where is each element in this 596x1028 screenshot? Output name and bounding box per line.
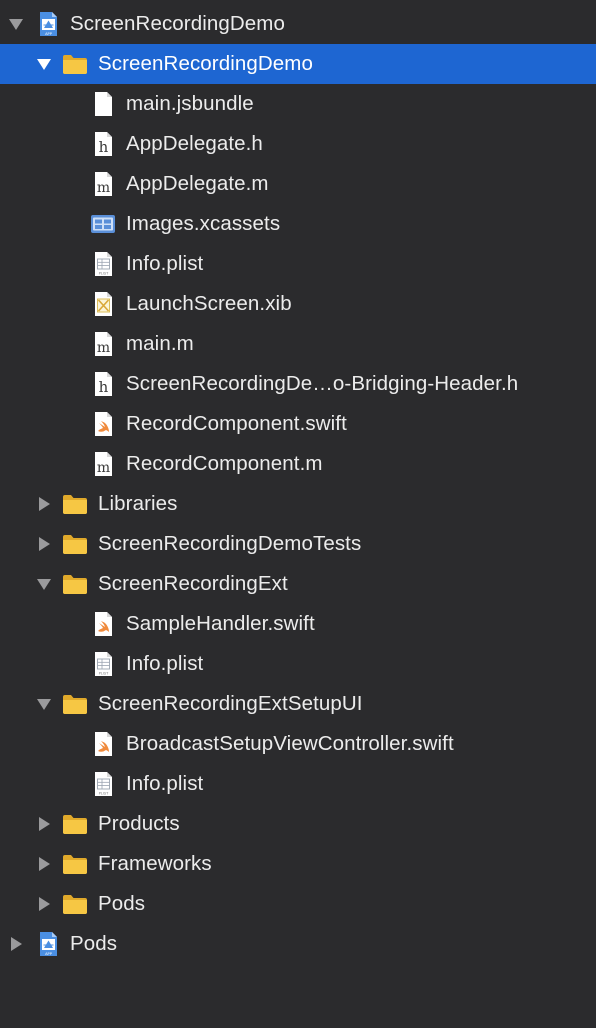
svg-text:h: h — [99, 378, 109, 396]
group-products[interactable]: Products — [0, 804, 596, 844]
row-label: ScreenRecordingDemo — [70, 12, 285, 35]
xib-file-icon — [89, 290, 117, 318]
row-label: Libraries — [98, 492, 178, 515]
row-label: ScreenRecordingDe…o-Bridging-Header.h — [126, 372, 519, 395]
svg-text:m: m — [97, 180, 110, 196]
file-appdelegate-m[interactable]: m AppDelegate.m — [0, 164, 596, 204]
row-label: ScreenRecordingDemo — [98, 52, 313, 75]
file-broadcastsetupviewcontroller-swift[interactable]: BroadcastSetupViewController.swift — [0, 724, 596, 764]
disclosure-collapsed-icon[interactable] — [36, 856, 52, 872]
folder-icon — [61, 850, 89, 878]
disclosure-collapsed-icon[interactable] — [36, 536, 52, 552]
file-samplehandler-swift[interactable]: SampleHandler.swift — [0, 604, 596, 644]
disclosure-expanded-icon[interactable] — [36, 576, 52, 592]
svg-text:m: m — [97, 340, 110, 356]
folder-icon — [61, 890, 89, 918]
folder-icon — [61, 690, 89, 718]
disclosure-collapsed-icon[interactable] — [8, 936, 24, 952]
row-label: Pods — [98, 892, 146, 915]
row-label: Info.plist — [126, 772, 204, 795]
svg-text:h: h — [99, 138, 109, 156]
file-main-jsbundle[interactable]: main.jsbundle — [0, 84, 596, 124]
disclosure-collapsed-icon[interactable] — [36, 896, 52, 912]
objc-file-icon: m — [89, 450, 117, 478]
file-bridging-header-h[interactable]: h ScreenRecordingDe…o-Bridging-Header.h — [0, 364, 596, 404]
plist-file-icon: PLIST — [89, 650, 117, 678]
disclosure-collapsed-icon[interactable] — [36, 496, 52, 512]
folder-icon — [61, 530, 89, 558]
plist-file-icon: PLIST — [89, 250, 117, 278]
group-frameworks[interactable]: Frameworks — [0, 844, 596, 884]
file-recordcomponent-swift[interactable]: RecordComponent.swift — [0, 404, 596, 444]
asset-catalog-icon — [89, 210, 117, 238]
svg-text:PLIST: PLIST — [99, 272, 110, 276]
row-label: Info.plist — [126, 252, 204, 275]
objc-file-icon: m — [89, 170, 117, 198]
document-icon — [89, 90, 117, 118]
file-appdelegate-h[interactable]: h AppDelegate.h — [0, 124, 596, 164]
objc-file-icon: m — [89, 330, 117, 358]
swift-file-icon — [89, 730, 117, 758]
folder-icon — [61, 50, 89, 78]
row-label: ScreenRecordingDemoTests — [98, 532, 362, 555]
row-label: AppDelegate.h — [126, 132, 263, 155]
file-launchscreen-xib[interactable]: LaunchScreen.xib — [0, 284, 596, 324]
group-libraries[interactable]: Libraries — [0, 484, 596, 524]
group-screenrecordingdemotests[interactable]: ScreenRecordingDemoTests — [0, 524, 596, 564]
group-screenrecordingextsetupui[interactable]: ScreenRecordingExtSetupUI — [0, 684, 596, 724]
svg-text:PLIST: PLIST — [99, 792, 110, 796]
row-label: BroadcastSetupViewController.swift — [126, 732, 454, 755]
group-pods[interactable]: Pods — [0, 884, 596, 924]
row-label: LaunchScreen.xib — [126, 292, 292, 315]
disclosure-expanded-icon[interactable] — [36, 56, 52, 72]
group-screenrecordingext[interactable]: ScreenRecordingExt — [0, 564, 596, 604]
svg-text:m: m — [97, 460, 110, 476]
swift-file-icon — [89, 410, 117, 438]
project-navigator: APP ScreenRecordingDemo ScreenRecordingDem… — [0, 4, 596, 964]
row-label: Info.plist — [126, 652, 204, 675]
row-label: Frameworks — [98, 852, 212, 875]
row-label: ScreenRecordingExt — [98, 572, 288, 595]
project-pods[interactable]: APP Pods — [0, 924, 596, 964]
project-screenrecordingdemo[interactable]: APP ScreenRecordingDemo — [0, 4, 596, 44]
xcode-project-icon: APP — [35, 930, 63, 958]
row-label: main.jsbundle — [126, 92, 254, 115]
folder-icon — [61, 570, 89, 598]
file-info-plist-2[interactable]: PLIST Info.plist — [0, 644, 596, 684]
row-label: SampleHandler.swift — [126, 612, 315, 635]
row-label: Products — [98, 812, 180, 835]
svg-text:APP: APP — [45, 952, 53, 956]
row-label: AppDelegate.m — [126, 172, 269, 195]
file-info-plist-3[interactable]: PLIST Info.plist — [0, 764, 596, 804]
group-screenrecordingdemo[interactable]: ScreenRecordingDemo — [0, 44, 596, 84]
row-label: Pods — [70, 932, 118, 955]
row-label: main.m — [126, 332, 194, 355]
file-info-plist-1[interactable]: PLIST Info.plist — [0, 244, 596, 284]
svg-text:APP: APP — [45, 32, 53, 36]
folder-icon — [61, 490, 89, 518]
header-file-icon: h — [89, 130, 117, 158]
folder-icon — [61, 810, 89, 838]
file-recordcomponent-m[interactable]: m RecordComponent.m — [0, 444, 596, 484]
header-file-icon: h — [89, 370, 117, 398]
disclosure-expanded-icon[interactable] — [8, 16, 24, 32]
file-main-m[interactable]: m main.m — [0, 324, 596, 364]
row-label: ScreenRecordingExtSetupUI — [98, 692, 363, 715]
row-label: RecordComponent.m — [126, 452, 323, 475]
row-label: Images.xcassets — [126, 212, 281, 235]
swift-file-icon — [89, 610, 117, 638]
row-label: RecordComponent.swift — [126, 412, 347, 435]
plist-file-icon: PLIST — [89, 770, 117, 798]
svg-text:PLIST: PLIST — [99, 672, 110, 676]
file-images-xcassets[interactable]: Images.xcassets — [0, 204, 596, 244]
disclosure-collapsed-icon[interactable] — [36, 816, 52, 832]
disclosure-expanded-icon[interactable] — [36, 696, 52, 712]
xcode-project-icon: APP — [35, 10, 63, 38]
